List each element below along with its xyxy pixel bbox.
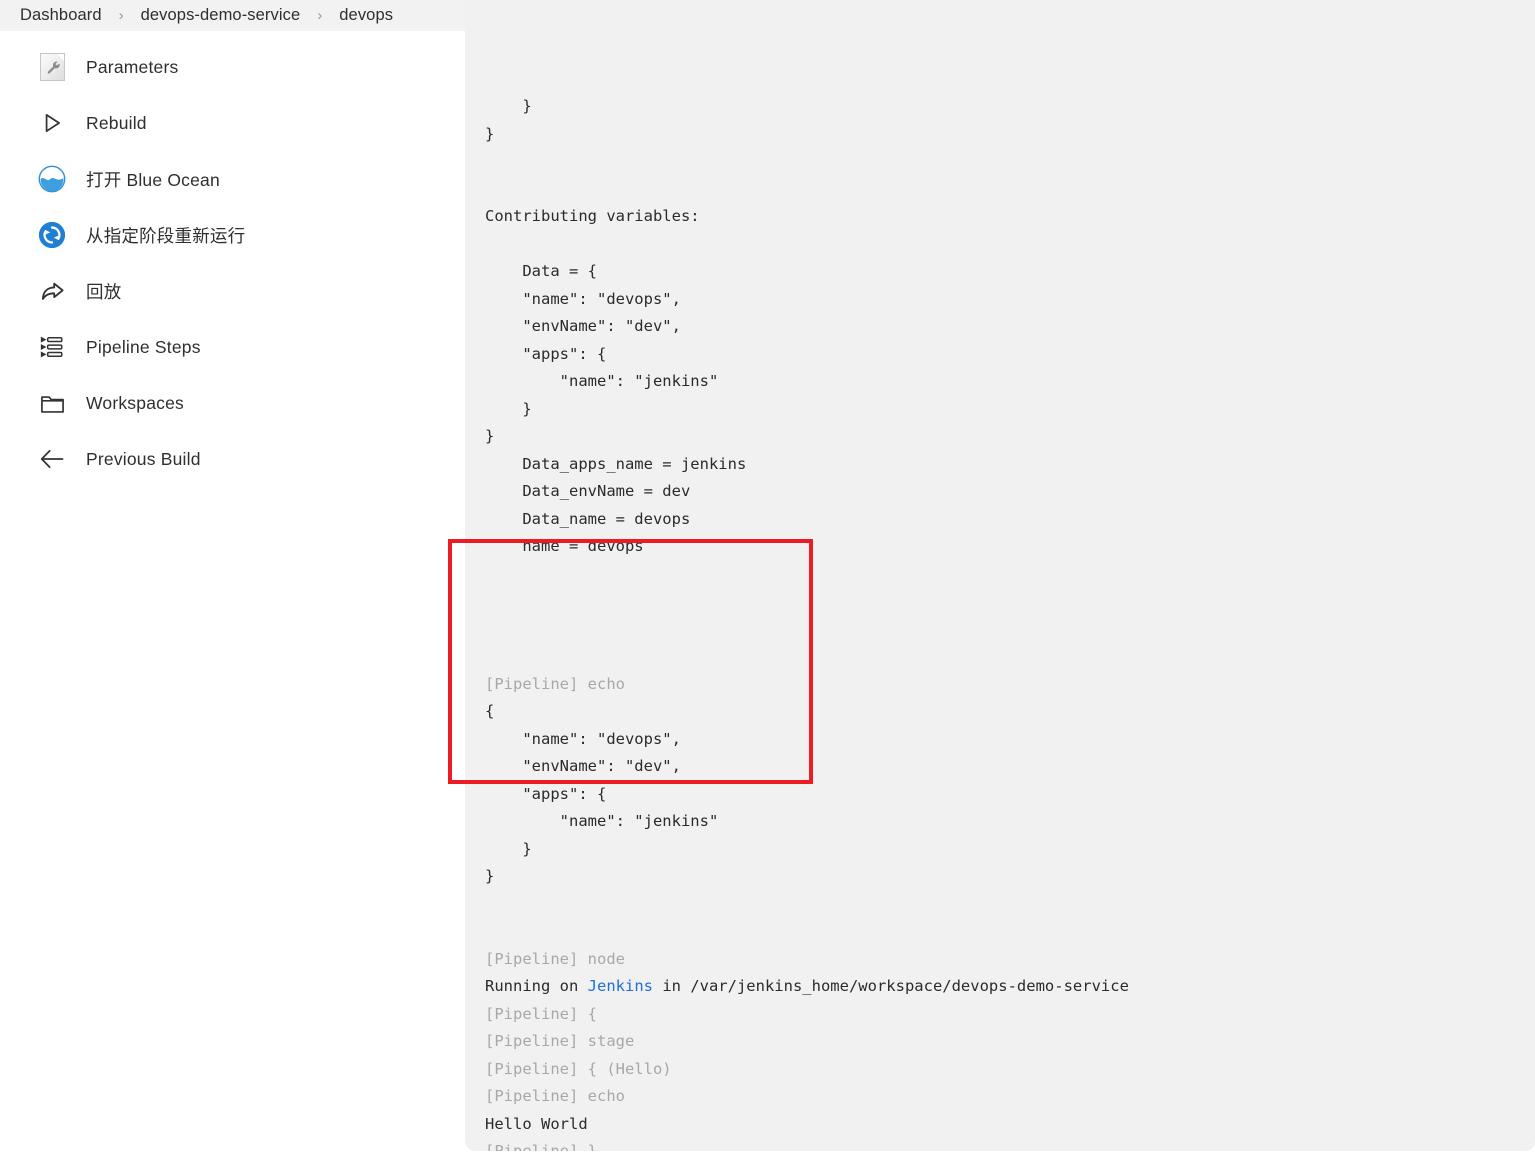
console-log-line: Data = {	[485, 262, 597, 280]
console-log-line: "envName": "dev",	[485, 317, 681, 335]
console-log-line	[485, 176, 1129, 204]
sidebar-item-label: Previous Build	[86, 448, 201, 469]
console-log-line: "name": "jenkins"	[485, 812, 719, 830]
console-output-text: }} Contributing variables: Data = { "nam…	[465, 0, 1129, 1151]
sidebar-item-previous-build[interactable]: Previous Build	[0, 431, 465, 487]
breadcrumb-separator-icon: ›	[118, 7, 124, 24]
console-log-line: "apps": {	[485, 784, 607, 803]
parameters-document-wrench-icon	[36, 51, 68, 83]
pipeline-steps-list-icon	[36, 331, 68, 363]
console-log-line: "envName": "dev",	[485, 757, 681, 775]
console-log-line: Data_name = devops	[485, 509, 691, 528]
console-log-line	[485, 148, 1129, 176]
folder-icon	[36, 387, 68, 419]
console-log-line: "name": "devops",	[485, 289, 681, 308]
console-log-line: Hello World	[485, 1114, 588, 1133]
play-triangle-icon	[36, 107, 68, 139]
console-log-line: Contributing variables:	[485, 207, 700, 225]
sidebar-item-label: 从指定阶段重新运行	[86, 225, 246, 246]
console-log-line: [Pipeline] node	[485, 949, 625, 968]
breadcrumb-item-job[interactable]: devops-demo-service	[141, 6, 301, 25]
sidebar-item-workspaces[interactable]: Workspaces	[0, 375, 465, 431]
console-section-bottom: [Pipeline] node Running on Jenkins in /va…	[485, 946, 1129, 1152]
console-log-line: {	[485, 702, 495, 720]
jenkins-node-link[interactable]: Jenkins	[588, 977, 653, 995]
sidebar-item-pipeline-steps[interactable]: Pipeline Steps	[0, 319, 465, 375]
console-log-line: [Pipeline] echo	[485, 674, 625, 693]
console-log-line	[485, 561, 1129, 589]
console-log-line: [Pipeline] stage	[485, 1032, 635, 1050]
sidebar-item-label: Workspaces	[86, 392, 184, 413]
blue-ocean-icon	[36, 163, 68, 195]
console-log-line	[485, 231, 1129, 259]
console-log-line: }	[485, 839, 532, 858]
breadcrumb-item-branch[interactable]: devops	[339, 6, 393, 25]
breadcrumb-item-dashboard[interactable]: Dashboard	[20, 6, 102, 25]
sidebar-item-label: Rebuild	[86, 112, 147, 133]
console-log-line: }	[485, 124, 495, 143]
sidebar-item-replay[interactable]: 回放	[0, 263, 465, 319]
console-log-line: "name": "jenkins"	[485, 372, 719, 390]
console-log-line: [Pipeline] { (Hello)	[485, 1059, 672, 1078]
sidebar-item-label: 打开 Blue Ocean	[86, 169, 220, 190]
console-log-line: [Pipeline] {	[485, 1004, 597, 1023]
console-log-line: }	[485, 399, 532, 418]
console-section-highlighted: [Pipeline] echo { "name": "devops", "envN…	[485, 671, 1129, 891]
console-log-line	[485, 588, 1129, 616]
console-log-line: }	[485, 427, 495, 445]
sidebar-item-label: Pipeline Steps	[86, 336, 201, 357]
console-log-line: [Pipeline] echo	[485, 1087, 625, 1105]
sidebar-item-restart-from-stage[interactable]: 从指定阶段重新运行	[0, 207, 465, 263]
console-log-line: [Pipeline] }	[485, 1142, 597, 1151]
sidebar-item-label: 回放	[86, 281, 122, 302]
sidebar-item-parameters[interactable]: Parameters	[0, 39, 465, 95]
console-log-line: "apps": {	[485, 344, 607, 363]
console-log-line: Data_apps_name = jenkins	[485, 454, 747, 473]
sidebar: Parameters Rebuild 打开 Blue Ocean 从指定阶段重新…	[0, 31, 465, 1163]
console-section-top: }} Contributing variables: Data = { "nam…	[485, 93, 1129, 616]
console-log-line: "name": "devops",	[485, 729, 681, 748]
console-log-line: Data_envName = dev	[485, 482, 691, 500]
console-output-panel[interactable]: }} Contributing variables: Data = { "nam…	[465, 0, 1535, 1151]
arrow-left-icon	[36, 443, 68, 475]
breadcrumb-separator-icon: ›	[317, 7, 323, 24]
console-log-line: name = devops	[485, 537, 644, 555]
replay-share-arrow-icon	[36, 275, 68, 307]
console-log-line: }	[485, 97, 532, 115]
sidebar-item-rebuild[interactable]: Rebuild	[0, 95, 465, 151]
console-log-line: }	[485, 867, 495, 885]
restart-circle-refresh-icon	[36, 219, 68, 251]
sidebar-item-open-blue-ocean[interactable]: 打开 Blue Ocean	[0, 151, 465, 207]
sidebar-item-label: Parameters	[86, 56, 179, 77]
console-log-line: Running on Jenkins in /var/jenkins_home/…	[485, 977, 1129, 995]
